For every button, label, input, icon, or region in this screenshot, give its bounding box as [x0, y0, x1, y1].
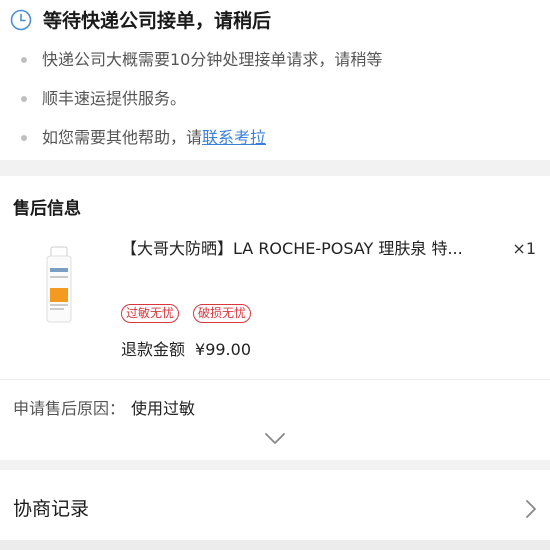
product-name[interactable]: 【大哥大防晒】LA ROCHE-POSAY 理肤泉 特... [121, 238, 493, 260]
status-info-line: 顺丰速运提供服务。 [42, 89, 187, 108]
bullet-dot [21, 96, 27, 102]
contact-kaola-link[interactable]: 联系考拉 [202, 128, 266, 147]
bottom-divider-strip [0, 540, 550, 550]
bullet-dot [21, 57, 27, 63]
clock-icon [10, 9, 32, 31]
help-prefix: 如您需要其他帮助，请 [42, 128, 203, 147]
product-image[interactable] [38, 246, 80, 324]
refund-amount: ¥99.00 [195, 340, 251, 359]
chevron-right-icon[interactable] [525, 499, 537, 519]
help-line: 如您需要其他帮助，请联系考拉 [42, 127, 266, 149]
aftersale-section-title: 售后信息 [13, 199, 81, 219]
chevron-down-icon[interactable] [264, 432, 286, 446]
product-quantity: ×1 [512, 239, 536, 258]
allergy-guarantee-badge: 过敏无忧 [121, 304, 180, 323]
bullet-dot [21, 135, 27, 141]
divider [0, 379, 550, 380]
order-status-card: 等待快递公司接单，请稍后 快递公司大概需要10分钟处理接单请求，请稍等 顺丰速运… [0, 0, 550, 160]
damage-guarantee-badge: 破损无忧 [193, 304, 252, 323]
reason-value: 使用过敏 [131, 399, 196, 418]
aftersale-reason-row: 申请售后原因： 使用过敏 [13, 398, 195, 420]
status-info-line: 快递公司大概需要10分钟处理接单请求，请稍等 [42, 50, 383, 69]
refund-row: 退款金额 ¥99.00 [121, 339, 251, 361]
status-title: 等待快递公司接单，请稍后 [43, 10, 272, 32]
negotiation-record-title: 协商记录 [13, 498, 90, 520]
reason-label: 申请售后原因： [13, 399, 126, 418]
refund-label: 退款金额 [121, 340, 186, 359]
